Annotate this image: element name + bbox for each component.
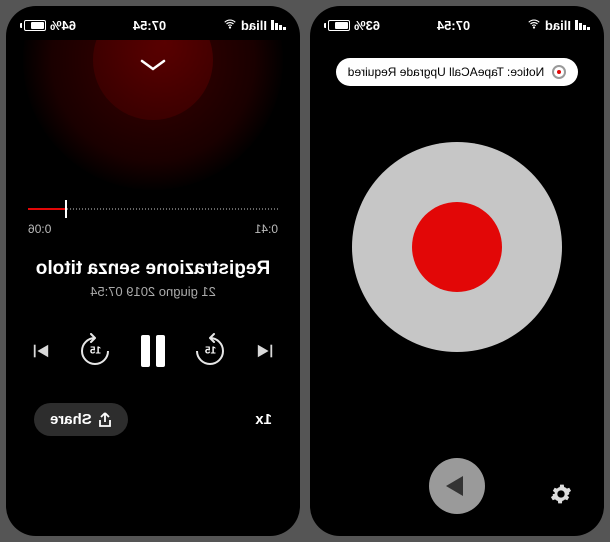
scrubber[interactable]: 0:41 0:06 [6,200,300,236]
track-thumb [66,200,68,218]
status-bar: Iliad 07:54 63% [310,10,604,40]
battery-icon [20,20,46,31]
time-elapsed: 0:06 [28,222,51,236]
cover-art-area [6,40,300,200]
clock: 07:54 [437,18,470,33]
battery-fill [335,22,348,29]
player-screen: Iliad 07:54 64% 0:41 0:06 [6,6,300,536]
playback-speed-button[interactable]: 1x [255,411,272,428]
forward-seconds: 15 [90,346,101,357]
rewind-15-button[interactable]: 15 [193,333,229,369]
battery-pct: 64% [50,18,76,33]
settings-button[interactable] [550,483,572,510]
carrier-label: Iliad [241,18,267,33]
next-track-button[interactable] [32,342,50,360]
signal-icon [575,20,590,30]
wifi-icon [223,17,237,34]
wifi-icon [527,17,541,34]
play-button[interactable] [429,458,485,514]
record-indicator-icon [412,202,502,292]
battery-pct: 63% [354,18,380,33]
clock: 07:54 [133,18,166,33]
signal-icon [271,20,286,30]
forward-15-button[interactable]: 15 [78,333,114,369]
recorder-screen: Iliad 07:54 63% Notice: TapeACall Upgrad… [310,6,604,536]
record-dot-icon [552,65,566,79]
record-button[interactable] [352,142,562,352]
pause-button[interactable] [141,335,165,367]
battery-fill [31,22,44,29]
chevron-down-icon[interactable] [138,56,168,79]
battery-icon [324,20,350,31]
time-total: 0:41 [255,222,278,236]
rewind-seconds: 15 [205,346,216,357]
notice-text: Notice: TapeACall Upgrade Required [348,65,545,79]
carrier-label: Iliad [545,18,571,33]
track-played [28,208,66,210]
recording-title: Registrazione senza titolo [6,258,300,280]
prev-track-button[interactable] [256,342,274,360]
upgrade-notice[interactable]: Notice: TapeACall Upgrade Required [336,58,579,86]
share-label: Share [50,411,92,428]
recording-date: 21 giugno 2019 07:54 [6,284,300,299]
share-button[interactable]: Share [34,403,128,436]
status-bar: Iliad 07:54 64% [6,10,300,40]
